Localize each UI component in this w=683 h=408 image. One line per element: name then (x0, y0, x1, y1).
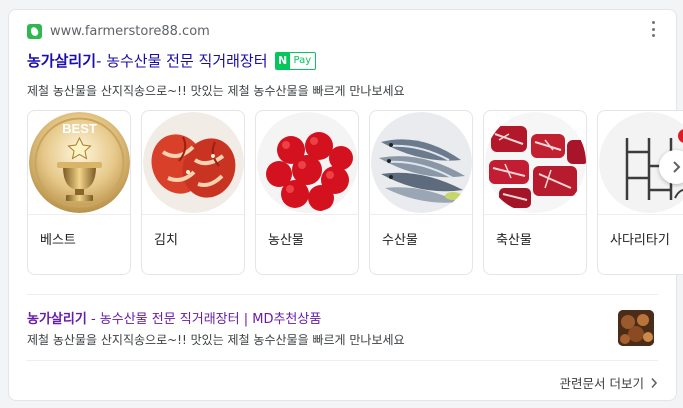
category-label[interactable]: 김치 (154, 229, 178, 248)
chevron-right-icon (651, 377, 658, 388)
divider (27, 294, 658, 295)
category-carousel: BEST 베스트 김치 농산물 수산물 축산물 사다리타기 (27, 110, 683, 275)
category-image: BEST (28, 111, 130, 215)
more-documents-label[interactable]: 관련문서 더보기 (560, 373, 644, 392)
fish-image (371, 112, 472, 213)
apples-image (257, 112, 358, 213)
category-image (256, 111, 358, 215)
category-card-ladder[interactable]: 사다리타기 (597, 110, 683, 275)
naver-pay-badge: N Pay (274, 52, 317, 70)
category-image (142, 111, 244, 215)
more-options-icon[interactable] (652, 21, 656, 37)
more-documents-link[interactable]: 관련문서 더보기 (560, 373, 658, 392)
category-label[interactable]: 농산물 (268, 229, 304, 248)
naver-pay-n: N (275, 53, 290, 69)
category-card-seafood[interactable]: 수산물 (369, 110, 473, 275)
category-card-kimchi[interactable]: 김치 (141, 110, 245, 275)
category-label[interactable]: 수산물 (382, 229, 418, 248)
sublink-description: 제철 농산물을 산지직송으로~!! 맛있는 제철 농수산물을 빠르게 만나보세요 (27, 333, 405, 347)
leaf-icon (27, 24, 42, 39)
category-image (484, 111, 586, 215)
best-badge-text: BEST (62, 121, 97, 136)
chevron-right-icon (673, 161, 681, 173)
beef-image (485, 112, 586, 213)
result-description: 제철 농산물을 산지직송으로~!! 맛있는 제철 농수산물을 빠르게 만나보세요 (27, 84, 405, 98)
category-label[interactable]: 베스트 (40, 229, 76, 248)
divider (27, 360, 658, 361)
result-title-rest[interactable]: - 농수산물 전문 직거래장터 (96, 51, 268, 71)
category-card-best[interactable]: BEST 베스트 (27, 110, 131, 275)
result-title[interactable]: 농가살리기 - 농수산물 전문 직거래장터 N Pay (27, 51, 317, 71)
sublink-title-main[interactable]: 농가살리기 (27, 312, 87, 327)
naver-pay-label: Pay (293, 55, 312, 66)
best-trophy-image: BEST (29, 112, 130, 213)
category-label[interactable]: 축산물 (496, 229, 532, 248)
sublink-title-rest[interactable]: - 농수산물 전문 직거래장터 | MD추천상품 (87, 312, 321, 327)
sublink-thumbnail[interactable] (618, 310, 654, 346)
product-thumbnail-image (618, 310, 654, 346)
sublink-title[interactable]: 농가살리기 - 농수산물 전문 직거래장터 | MD추천상품 (27, 308, 321, 327)
category-card-produce[interactable]: 농산물 (255, 110, 359, 275)
category-card-meat[interactable]: 축산물 (483, 110, 587, 275)
kimchi-image (143, 112, 244, 213)
result-title-main[interactable]: 농가살리기 (27, 51, 96, 71)
site-domain[interactable]: www.farmerstore88.com (50, 24, 210, 39)
site-header[interactable]: www.farmerstore88.com (27, 24, 210, 39)
category-label[interactable]: 사다리타기 (610, 229, 670, 248)
search-result-card: www.farmerstore88.com 농가살리기 - 농수산물 전문 직거… (8, 9, 683, 401)
category-image (370, 111, 472, 215)
